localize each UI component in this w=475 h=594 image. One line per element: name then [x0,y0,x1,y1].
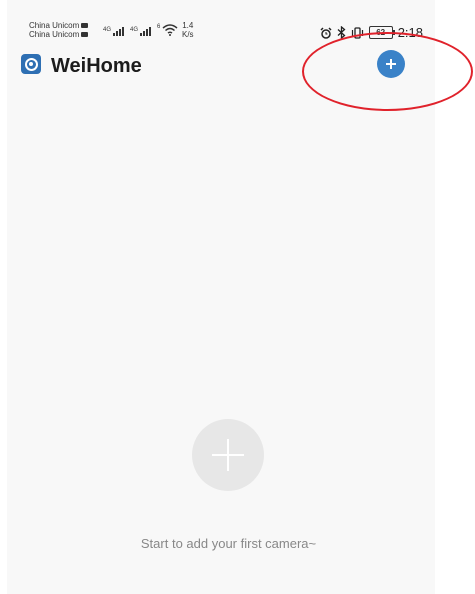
sim-icon [81,32,89,37]
vibrate-icon [351,26,363,39]
status-right: 62 2:18 [320,25,423,40]
wifi-icon: 6 [157,24,178,36]
carrier-1: China Unicom [29,21,89,30]
empty-state-message: Start to add your first camera~ [140,536,317,551]
battery-level: 62 [376,28,386,37]
speed-value: 1.4 [182,21,194,30]
app-bar: WeiHome [7,50,435,80]
signal-1-icon: 4G [103,27,125,36]
carrier-1-label: China Unicom [29,21,80,30]
speed-unit: K/s [182,30,194,39]
add-camera-button[interactable] [377,50,405,78]
carrier-2-label: China Unicom [29,30,80,39]
network-speed: 1.4 K/s [182,21,194,39]
camera-lens-icon [21,54,41,74]
status-time: 2:18 [397,25,423,40]
wifi-generation: 6 [157,24,161,30]
sim-icon [81,23,89,28]
app-screen: China Unicom China Unicom 4G 4G 6 1.4 K/… [7,0,435,594]
status-bar: China Unicom China Unicom 4G 4G 6 1.4 K/… [7,0,435,44]
alarm-icon [320,26,332,39]
network-1-type: 4G [103,27,112,33]
network-2-type: 4G [130,27,139,33]
signal-2-icon: 4G [130,27,152,36]
app-title: WeiHome [51,55,142,77]
signal-indicators: 4G 4G 6 [103,24,178,36]
carrier-2: China Unicom [29,30,89,39]
bluetooth-icon [337,26,346,39]
carrier-list: China Unicom China Unicom [29,21,89,39]
add-first-camera-button[interactable] [192,419,264,491]
battery-icon: 62 [368,26,395,39]
